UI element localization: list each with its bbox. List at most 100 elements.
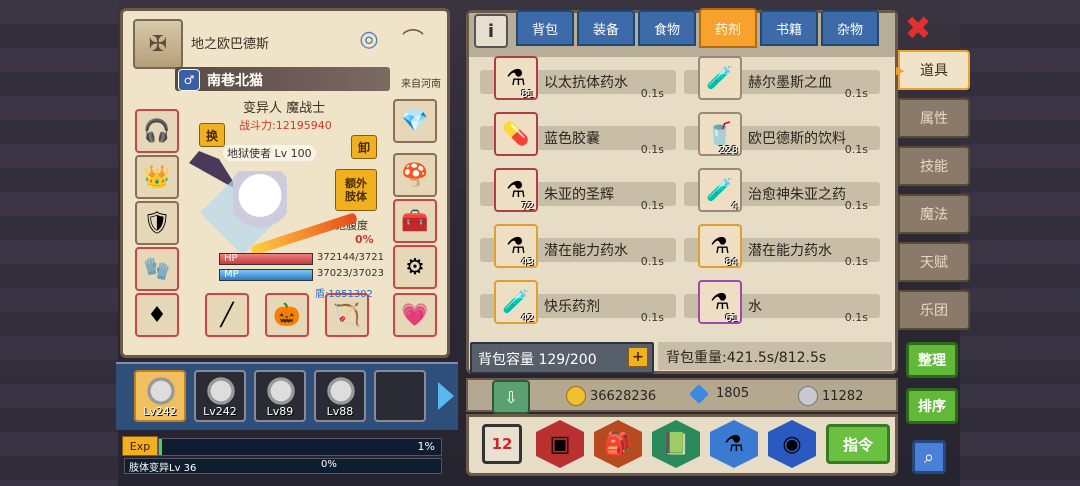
team-member-4[interactable]: Lv88 xyxy=(314,370,366,422)
item-row[interactable]: ⚗ 84 潜在能力药水 0.1s xyxy=(684,224,880,268)
equip-slot-accessory[interactable]: ♦ xyxy=(135,293,179,337)
item-row[interactable]: 💊 蓝色胶囊 0.1s xyxy=(480,112,676,156)
potion-icon[interactable]: 💊 xyxy=(494,112,538,156)
silver-currency: 11282 xyxy=(798,386,863,406)
portal-ring-icon[interactable]: ◎ xyxy=(347,19,391,59)
potion-icon[interactable]: ⚗ 61 xyxy=(698,280,742,324)
deposit-icon[interactable]: ⇩ xyxy=(492,380,530,414)
item-row[interactable]: 🧪 4 治愈神朱亚之药 0.1s xyxy=(684,168,880,212)
team-level: Lv242 xyxy=(203,405,237,418)
team-member-1[interactable]: Lv242 xyxy=(134,370,186,422)
silver-coin-icon xyxy=(798,386,818,406)
item-count: 4 xyxy=(731,201,738,212)
tab-4[interactable]: 书籍 xyxy=(760,10,818,46)
command-button[interactable]: 指令 xyxy=(826,424,890,464)
potion-icon[interactable]: ⚗ 43 xyxy=(494,224,538,268)
diamond-amount: 1805 xyxy=(716,386,750,401)
equip-slot-chest[interactable]: 🧰 xyxy=(393,199,437,243)
team-member-2[interactable]: Lv242 xyxy=(194,370,246,422)
character-panel: ✠ 地之欧巴德斯 ◎ ⌒ ♂ 南巷北猫 来自河南 变异人 魔战士 战斗力:121… xyxy=(120,8,450,358)
character-body xyxy=(233,171,287,241)
item-time: 0.1s xyxy=(640,143,664,156)
name-bar: ♂ 南巷北猫 xyxy=(175,67,390,91)
item-row[interactable]: ⚗ 81 以太抗体药水 0.1s xyxy=(480,56,676,100)
item-time: 0.1s xyxy=(844,87,868,100)
tab-1[interactable]: 装备 xyxy=(577,10,635,46)
swap-button[interactable]: 换 xyxy=(199,123,225,147)
item-row[interactable]: 🧪 赫尔墨斯之血 0.1s xyxy=(684,56,880,100)
character-sprite xyxy=(189,151,358,261)
equip-slot-gauntlet[interactable]: 🧤 xyxy=(135,247,179,291)
team-member-3[interactable]: Lv89 xyxy=(254,370,306,422)
sort-order-button[interactable]: 12 xyxy=(482,424,522,464)
potion-icon[interactable]: ⚗ 84 xyxy=(698,224,742,268)
sort-button[interactable]: 排序 xyxy=(906,388,958,424)
tab-5[interactable]: 杂物 xyxy=(821,10,879,46)
search-icon[interactable]: ⌕ xyxy=(912,440,946,474)
potion-icon[interactable]: 🧪 xyxy=(698,56,742,100)
mp-bar: MP xyxy=(219,269,313,281)
equip-slot-mushroom[interactable]: 🍄 xyxy=(393,153,437,197)
rank-emblem-icon[interactable]: ✠ xyxy=(133,19,183,69)
staff-icon: ╱ xyxy=(220,302,234,328)
item-count: 84 xyxy=(725,257,738,268)
capacity-box: 背包容量 129/200 + xyxy=(470,342,654,374)
potion-icon[interactable]: 🧪 42 xyxy=(494,280,538,324)
item-row[interactable]: ⚗ 43 潜在能力药水 0.1s xyxy=(480,224,676,268)
equip-slot-gem[interactable]: 💎 xyxy=(393,99,437,143)
side-tab-5[interactable]: 乐团 xyxy=(898,290,970,330)
crown-icon: 👑 xyxy=(143,164,171,190)
equip-slot-staff[interactable]: ╱ xyxy=(205,293,249,337)
potion-icon[interactable]: ⚗ 72 xyxy=(494,168,538,212)
side-tab-4[interactable]: 天赋 xyxy=(898,242,970,282)
potion-icon[interactable]: 🥤 228 xyxy=(698,112,742,156)
tab-0[interactable]: 背包 xyxy=(516,10,574,46)
team-next-arrow-icon[interactable] xyxy=(438,382,454,410)
mutation-bar: 肢体变异Lv 36 0% xyxy=(124,458,442,474)
equip-slot-crown[interactable]: 👑 xyxy=(135,155,179,199)
side-tab-2[interactable]: 技能 xyxy=(898,146,970,186)
close-icon[interactable]: ✖ xyxy=(902,9,934,47)
item-name: 治愈神朱亚之药 xyxy=(748,187,846,203)
tab-3[interactable]: 药剂 xyxy=(699,8,757,48)
team-level: Lv242 xyxy=(143,405,177,418)
item-name: 欧巴德斯的饮料 xyxy=(748,131,846,147)
gold-amount: 36628236 xyxy=(590,388,657,404)
tab-2[interactable]: 食物 xyxy=(638,10,696,46)
item-row[interactable]: ⚗ 61 水 0.1s xyxy=(684,280,880,324)
side-tab-3[interactable]: 魔法 xyxy=(898,194,970,234)
character-origin: 来自河南 xyxy=(401,79,441,90)
equip-slot-heart[interactable]: 💗 xyxy=(393,293,437,337)
item-name: 快乐药剂 xyxy=(544,299,600,315)
equip-slot-orb[interactable]: 🎃 xyxy=(265,293,309,337)
mutation-label: 肢体变异Lv 36 xyxy=(129,463,197,474)
expand-capacity-button[interactable]: + xyxy=(628,347,648,367)
item-name: 赫尔墨斯之血 xyxy=(748,75,832,91)
team-level: Lv88 xyxy=(326,405,354,418)
item-row[interactable]: 🧪 42 快乐药剂 0.1s xyxy=(480,280,676,324)
item-row[interactable]: 🥤 228 欧巴德斯的饮料 0.1s xyxy=(684,112,880,156)
diamond-currency: 1805 xyxy=(689,383,750,404)
item-name: 蓝色胶囊 xyxy=(544,131,600,147)
side-tab-0[interactable]: 道具 xyxy=(896,50,970,90)
background-wall-left xyxy=(0,0,118,486)
equip-slot-armor[interactable]: 🛡 xyxy=(135,201,179,245)
potion-icon[interactable]: 🧪 4 xyxy=(698,168,742,212)
team-member-5-empty[interactable] xyxy=(374,370,426,422)
info-button[interactable]: i xyxy=(474,14,508,48)
item-row[interactable]: ⚗ 72 朱亚的圣辉 0.1s xyxy=(480,168,676,212)
potion-icon[interactable]: ⚗ 81 xyxy=(494,56,538,100)
unload-button[interactable]: 卸 xyxy=(351,135,377,159)
currency-bar: 36628236 1805 11282 xyxy=(466,378,898,412)
organize-button[interactable]: 整理 xyxy=(906,342,958,378)
combat-power: 战斗力:12195940 xyxy=(239,119,332,132)
wardrobe-hanger-icon[interactable]: ⌒ xyxy=(391,19,435,59)
equip-slot-headphones[interactable]: 🎧 xyxy=(135,109,179,153)
armor-icon: 🛡 xyxy=(143,210,171,236)
equip-slot-mech[interactable]: ⚙ xyxy=(393,245,437,289)
side-tab-1[interactable]: 属性 xyxy=(898,98,970,138)
item-time: 0.1s xyxy=(640,311,664,324)
gem-icon: 💎 xyxy=(401,108,429,134)
exp-fill xyxy=(159,439,162,455)
extra-limb-button[interactable]: 额外 肢体 xyxy=(335,169,377,211)
